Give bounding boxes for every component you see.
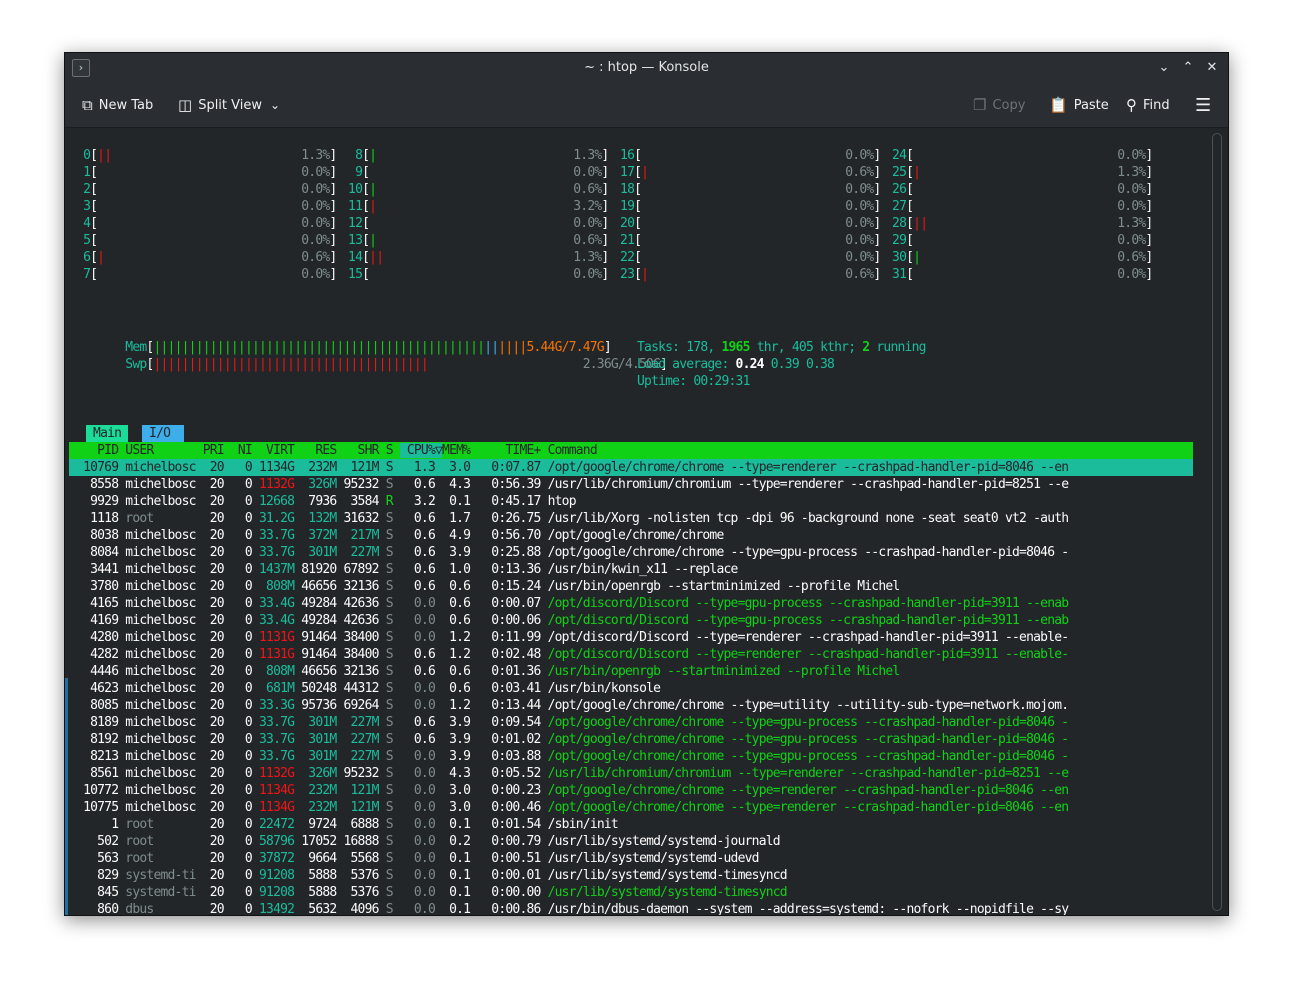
- process-row[interactable]: 563 root 20 0 37872 9664 5568 S 0.0 0.1 …: [69, 850, 759, 867]
- process-table-header[interactable]: PID USER PRI NI VIRT RES SHR S CPU%▽MEM%…: [69, 442, 1193, 459]
- cpu-meter: 21[ 0.0%]: [613, 233, 881, 248]
- title-bar: › ~ : htop — Konsole ⌄ ⌃ ✕: [65, 53, 1228, 83]
- cpu-meter: 27[ 0.0%]: [885, 199, 1153, 214]
- process-row[interactable]: 502 root 20 0 58796 17052 16888 S 0.0 0.…: [69, 833, 780, 850]
- paste-label: Paste: [1073, 97, 1109, 113]
- cpu-meter: 26[ 0.0%]: [885, 182, 1153, 197]
- new-tab-icon: ⧉: [82, 96, 93, 114]
- cpu-meter: 31[ 0.0%]: [885, 267, 1153, 282]
- cpu-meter: 4[ 0.0%]: [69, 216, 337, 231]
- process-row[interactable]: 4446 michelbosc 20 0 808M 46656 32136 S …: [69, 663, 900, 680]
- minimize-button[interactable]: ⌄: [1153, 57, 1175, 79]
- cpu-meter: 23[| 0.6%]: [613, 267, 881, 282]
- paste-button[interactable]: 📋 Paste: [1049, 93, 1109, 117]
- cpu-meter: 8[| 1.3%]: [341, 148, 609, 163]
- cpu-meter: 16[ 0.0%]: [613, 148, 881, 163]
- tasks-line: Tasks: 178, 1965 thr, 405 kthr; 2 runnin…: [637, 340, 926, 355]
- process-row[interactable]: 4623 michelbosc 20 0 681M 50248 44312 S …: [69, 680, 661, 697]
- chevron-up-icon: ⌃: [1182, 60, 1194, 75]
- cpu-meter: 3[ 0.0%]: [69, 199, 337, 214]
- window-title: ~ : htop — Konsole: [584, 60, 709, 75]
- cpu-meter: 20[ 0.0%]: [613, 216, 881, 231]
- split-view-icon: ◫: [178, 96, 193, 114]
- cpu-meter: 11[| 3.2%]: [341, 199, 609, 214]
- process-row[interactable]: 4282 michelbosc 20 0 1131G 91464 38400 S…: [69, 646, 1069, 663]
- process-row[interactable]: 4280 michelbosc 20 0 1131G 91464 38400 S…: [69, 629, 1069, 646]
- tab-main[interactable]: Main: [86, 425, 129, 442]
- cpu-meter: 5[ 0.0%]: [69, 233, 337, 248]
- cpu-meter: 13[| 0.6%]: [341, 233, 609, 248]
- tab-io[interactable]: I/O: [142, 425, 185, 442]
- cpu-meter: 19[ 0.0%]: [613, 199, 881, 214]
- scrollbar-thumb[interactable]: [1212, 133, 1222, 911]
- cpu-meter: 0[|| 1.3%]: [69, 148, 337, 163]
- cpu-meter: 18[ 0.0%]: [613, 182, 881, 197]
- process-row[interactable]: 8558 michelbosc 20 0 1132G 326M 95232 S …: [69, 476, 1069, 493]
- cpu-meter: 6[| 0.6%]: [69, 250, 337, 265]
- process-row[interactable]: 8189 michelbosc 20 0 33.7G 301M 227M S 0…: [69, 714, 1069, 731]
- new-tab-button[interactable]: ⧉ New Tab: [82, 93, 153, 117]
- copy-label: Copy: [992, 97, 1026, 113]
- cpu-meter: 1[ 0.0%]: [69, 165, 337, 180]
- chevron-down-icon: ⌄: [1158, 60, 1170, 75]
- find-label: Find: [1143, 97, 1170, 113]
- toolbar: ⧉ New Tab ◫ Split View ⌄ ❐ Copy 📋 Paste …: [65, 83, 1228, 128]
- uptime-line: Uptime: 00:29:31: [637, 374, 750, 389]
- new-tab-label: New Tab: [98, 97, 154, 113]
- cpu-meter: 29[ 0.0%]: [885, 233, 1153, 248]
- cpu-meter: 14[|| 1.3%]: [341, 250, 609, 265]
- load-average-line: Load average: 0.24 0.39 0.38: [637, 357, 835, 372]
- process-row[interactable]: 845 systemd-ti 20 0 91208 5888 5376 S 0.…: [69, 884, 787, 901]
- scroll-indicator: [65, 678, 68, 915]
- process-row[interactable]: 3441 michelbosc 20 0 1437M 81920 67892 S…: [69, 561, 738, 578]
- swap-meter: Swp[||||||||||||||||||||||||||||||||||||…: [125, 357, 668, 372]
- konsole-window: › ~ : htop — Konsole ⌄ ⌃ ✕ ⧉ New Tab ◫ S…: [64, 52, 1229, 916]
- maximize-button[interactable]: ⌃: [1177, 57, 1199, 79]
- cpu-meter: 28[|| 1.3%]: [885, 216, 1153, 231]
- cpu-meter: 2[ 0.0%]: [69, 182, 337, 197]
- process-row[interactable]: 9929 michelbosc 20 0 12668 7936 3584 R 3…: [69, 493, 576, 510]
- paste-icon: 📋: [1049, 96, 1068, 114]
- process-row[interactable]: 8192 michelbosc 20 0 33.7G 301M 227M S 0…: [69, 731, 1069, 748]
- cpu-meter: 25[| 1.3%]: [885, 165, 1153, 180]
- process-row[interactable]: 8038 michelbosc 20 0 33.7G 372M 217M S 0…: [69, 527, 724, 544]
- hamburger-icon: ☰: [1195, 94, 1212, 116]
- search-icon: ⚲: [1126, 96, 1137, 114]
- cpu-meter: 10[| 0.6%]: [341, 182, 609, 197]
- process-row[interactable]: 8561 michelbosc 20 0 1132G 326M 95232 S …: [69, 765, 1069, 782]
- terminal-view[interactable]: 0[|| 1.3%] 1[ 0.0%] 2[ 0.0%] 3[ 0.0%] 4[…: [65, 128, 1208, 915]
- process-row[interactable]: 10769 michelbosc 20 0 1134G 232M 121M S …: [69, 459, 1193, 476]
- process-row[interactable]: 3780 michelbosc 20 0 808M 46656 32136 S …: [69, 578, 900, 595]
- process-row[interactable]: 8213 michelbosc 20 0 33.7G 301M 227M S 0…: [69, 748, 1069, 765]
- process-row[interactable]: 10772 michelbosc 20 0 1134G 232M 121M S …: [69, 782, 1069, 799]
- cpu-meter: 17[| 0.6%]: [613, 165, 881, 180]
- cpu-meter: 24[ 0.0%]: [885, 148, 1153, 163]
- cpu-meter: 15[ 0.0%]: [341, 267, 609, 282]
- process-row[interactable]: 860 dbus 20 0 13492 5632 4096 S 0.0 0.1 …: [69, 901, 1069, 915]
- process-row[interactable]: 1118 root 20 0 31.2G 132M 31632 S 0.6 1.…: [69, 510, 1069, 527]
- process-row[interactable]: 8085 michelbosc 20 0 33.3G 95736 69264 S…: [69, 697, 1069, 714]
- mem-meter: Mem[||||||||||||||||||||||||||||||||||||…: [125, 340, 611, 355]
- chevron-down-icon[interactable]: ⌄: [270, 98, 280, 112]
- process-row[interactable]: 1 root 20 0 22472 9724 6888 S 0.0 0.1 0:…: [69, 816, 619, 833]
- split-view-label: Split View: [198, 97, 262, 113]
- split-view-button[interactable]: ◫ Split View ⌄: [178, 93, 280, 117]
- process-row[interactable]: 10775 michelbosc 20 0 1134G 232M 121M S …: [69, 799, 1069, 816]
- process-row[interactable]: 4165 michelbosc 20 0 33.4G 49284 42636 S…: [69, 595, 1069, 612]
- cpu-meter: 7[ 0.0%]: [69, 267, 337, 282]
- hamburger-menu-button[interactable]: ☰: [1195, 93, 1211, 117]
- copy-button[interactable]: ❐ Copy: [973, 93, 1025, 117]
- find-button[interactable]: ⚲ Find: [1126, 93, 1170, 117]
- copy-icon: ❐: [973, 96, 987, 114]
- process-row[interactable]: 4169 michelbosc 20 0 33.4G 49284 42636 S…: [69, 612, 1069, 629]
- cpu-meter: 12[ 0.0%]: [341, 216, 609, 231]
- process-row[interactable]: 8084 michelbosc 20 0 33.7G 301M 227M S 0…: [69, 544, 1069, 561]
- process-row[interactable]: 829 systemd-ti 20 0 91208 5888 5376 S 0.…: [69, 867, 787, 884]
- close-button[interactable]: ✕: [1201, 57, 1223, 79]
- scrollbar[interactable]: [1212, 133, 1222, 911]
- cpu-meter: 22[ 0.0%]: [613, 250, 881, 265]
- close-icon: ✕: [1206, 60, 1218, 75]
- cpu-meter: 9[ 0.0%]: [341, 165, 609, 180]
- cpu-meter: 30[| 0.6%]: [885, 250, 1153, 265]
